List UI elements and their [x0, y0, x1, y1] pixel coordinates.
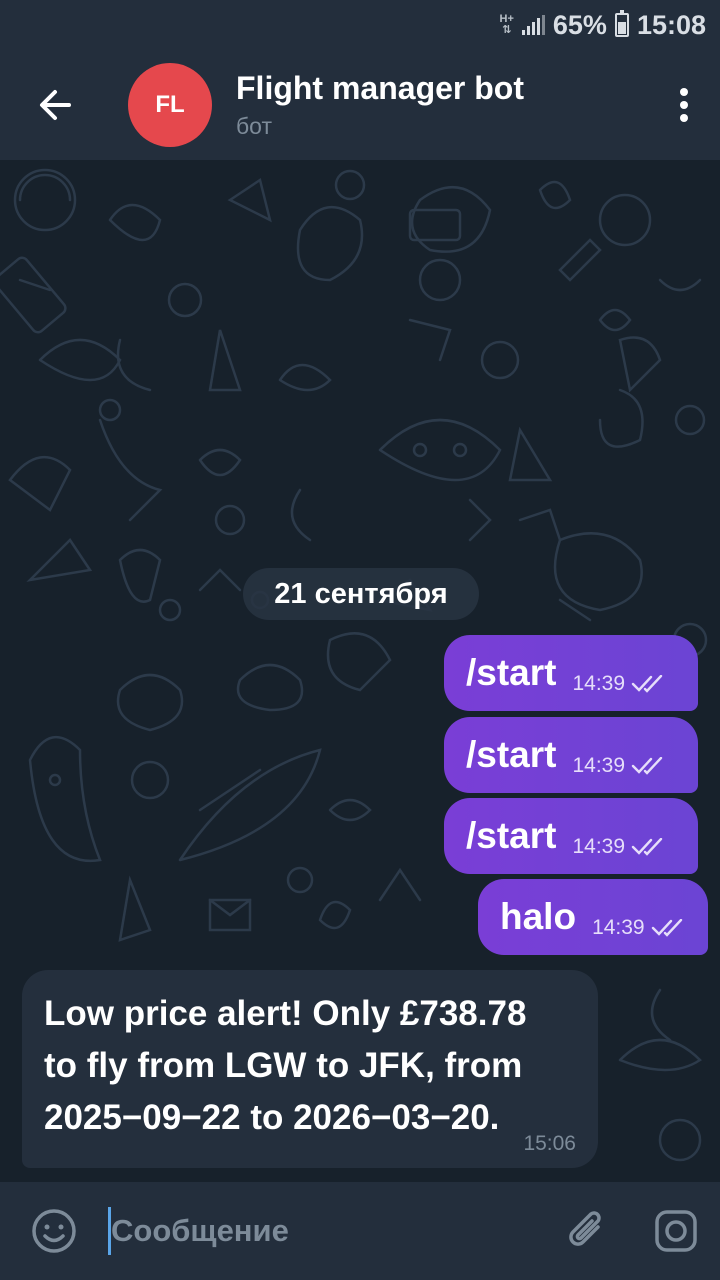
date-separator: 21 сентября	[243, 568, 479, 620]
paperclip-icon	[569, 1211, 601, 1246]
outgoing-message[interactable]: halo 14:39	[478, 879, 708, 955]
back-button[interactable]	[0, 50, 110, 160]
outgoing-message[interactable]: /start 14:39	[444, 798, 698, 874]
message-input-bar: Сообщение	[0, 1182, 720, 1280]
battery-icon	[614, 10, 629, 37]
incoming-message[interactable]: Low price alert! Only £738.78 to fly fro…	[22, 970, 598, 1168]
camera-button[interactable]	[632, 1182, 720, 1280]
double-check-icon	[631, 675, 663, 693]
clock: 15:08	[636, 9, 706, 40]
signal-icon	[521, 15, 545, 35]
message-line: Low price alert! Only £738.78	[44, 994, 527, 1033]
message-time: 14:39	[572, 835, 626, 858]
attach-button[interactable]	[544, 1182, 632, 1280]
emoji-button[interactable]	[0, 1182, 108, 1280]
chat-subtitle: бот	[236, 113, 272, 139]
message-time: 14:39	[572, 672, 626, 695]
status-bar: H+ ⇅ 65% 15:08	[0, 0, 720, 50]
message-time: 14:39	[572, 754, 626, 777]
message-text: /start	[466, 652, 557, 693]
chat-header: FL Flight manager bot бот	[0, 50, 720, 160]
double-check-icon	[631, 757, 663, 775]
message-text: /start	[466, 734, 557, 775]
message-line: 2025−09−22 to 2026−03−20.	[44, 1098, 500, 1137]
input-placeholder: Сообщение	[111, 1213, 289, 1248]
emoji-icon	[32, 1209, 76, 1253]
avatar[interactable]: FL	[128, 63, 212, 147]
more-vertical-icon	[680, 88, 688, 122]
arrow-left-icon	[40, 90, 71, 120]
message-text: halo	[500, 896, 577, 937]
menu-button[interactable]	[648, 50, 720, 160]
double-check-icon	[651, 919, 682, 937]
message-time: 15:06	[523, 1132, 576, 1155]
chat-area[interactable]: 21 сентября /start 14:39 /start 14:39 /s…	[0, 160, 720, 1182]
message-text: Low price alert! Only £738.78 to fly fro…	[44, 988, 576, 1144]
chat-title-block[interactable]: Flight manager bot бот	[236, 70, 648, 140]
outgoing-message[interactable]: /start 14:39	[444, 717, 698, 793]
camera-icon	[655, 1210, 697, 1252]
battery-percent: 65%	[552, 9, 607, 40]
message-time: 14:39	[592, 916, 645, 939]
double-check-icon	[631, 838, 663, 856]
outgoing-message[interactable]: /start 14:39	[444, 635, 698, 711]
message-line: to fly from LGW to JFK, from	[44, 1046, 523, 1085]
message-input[interactable]: Сообщение	[108, 1182, 544, 1280]
message-text: /start	[466, 815, 557, 856]
chat-title: Flight manager bot	[236, 70, 524, 106]
network-indicator: H+ ⇅	[499, 13, 514, 36]
